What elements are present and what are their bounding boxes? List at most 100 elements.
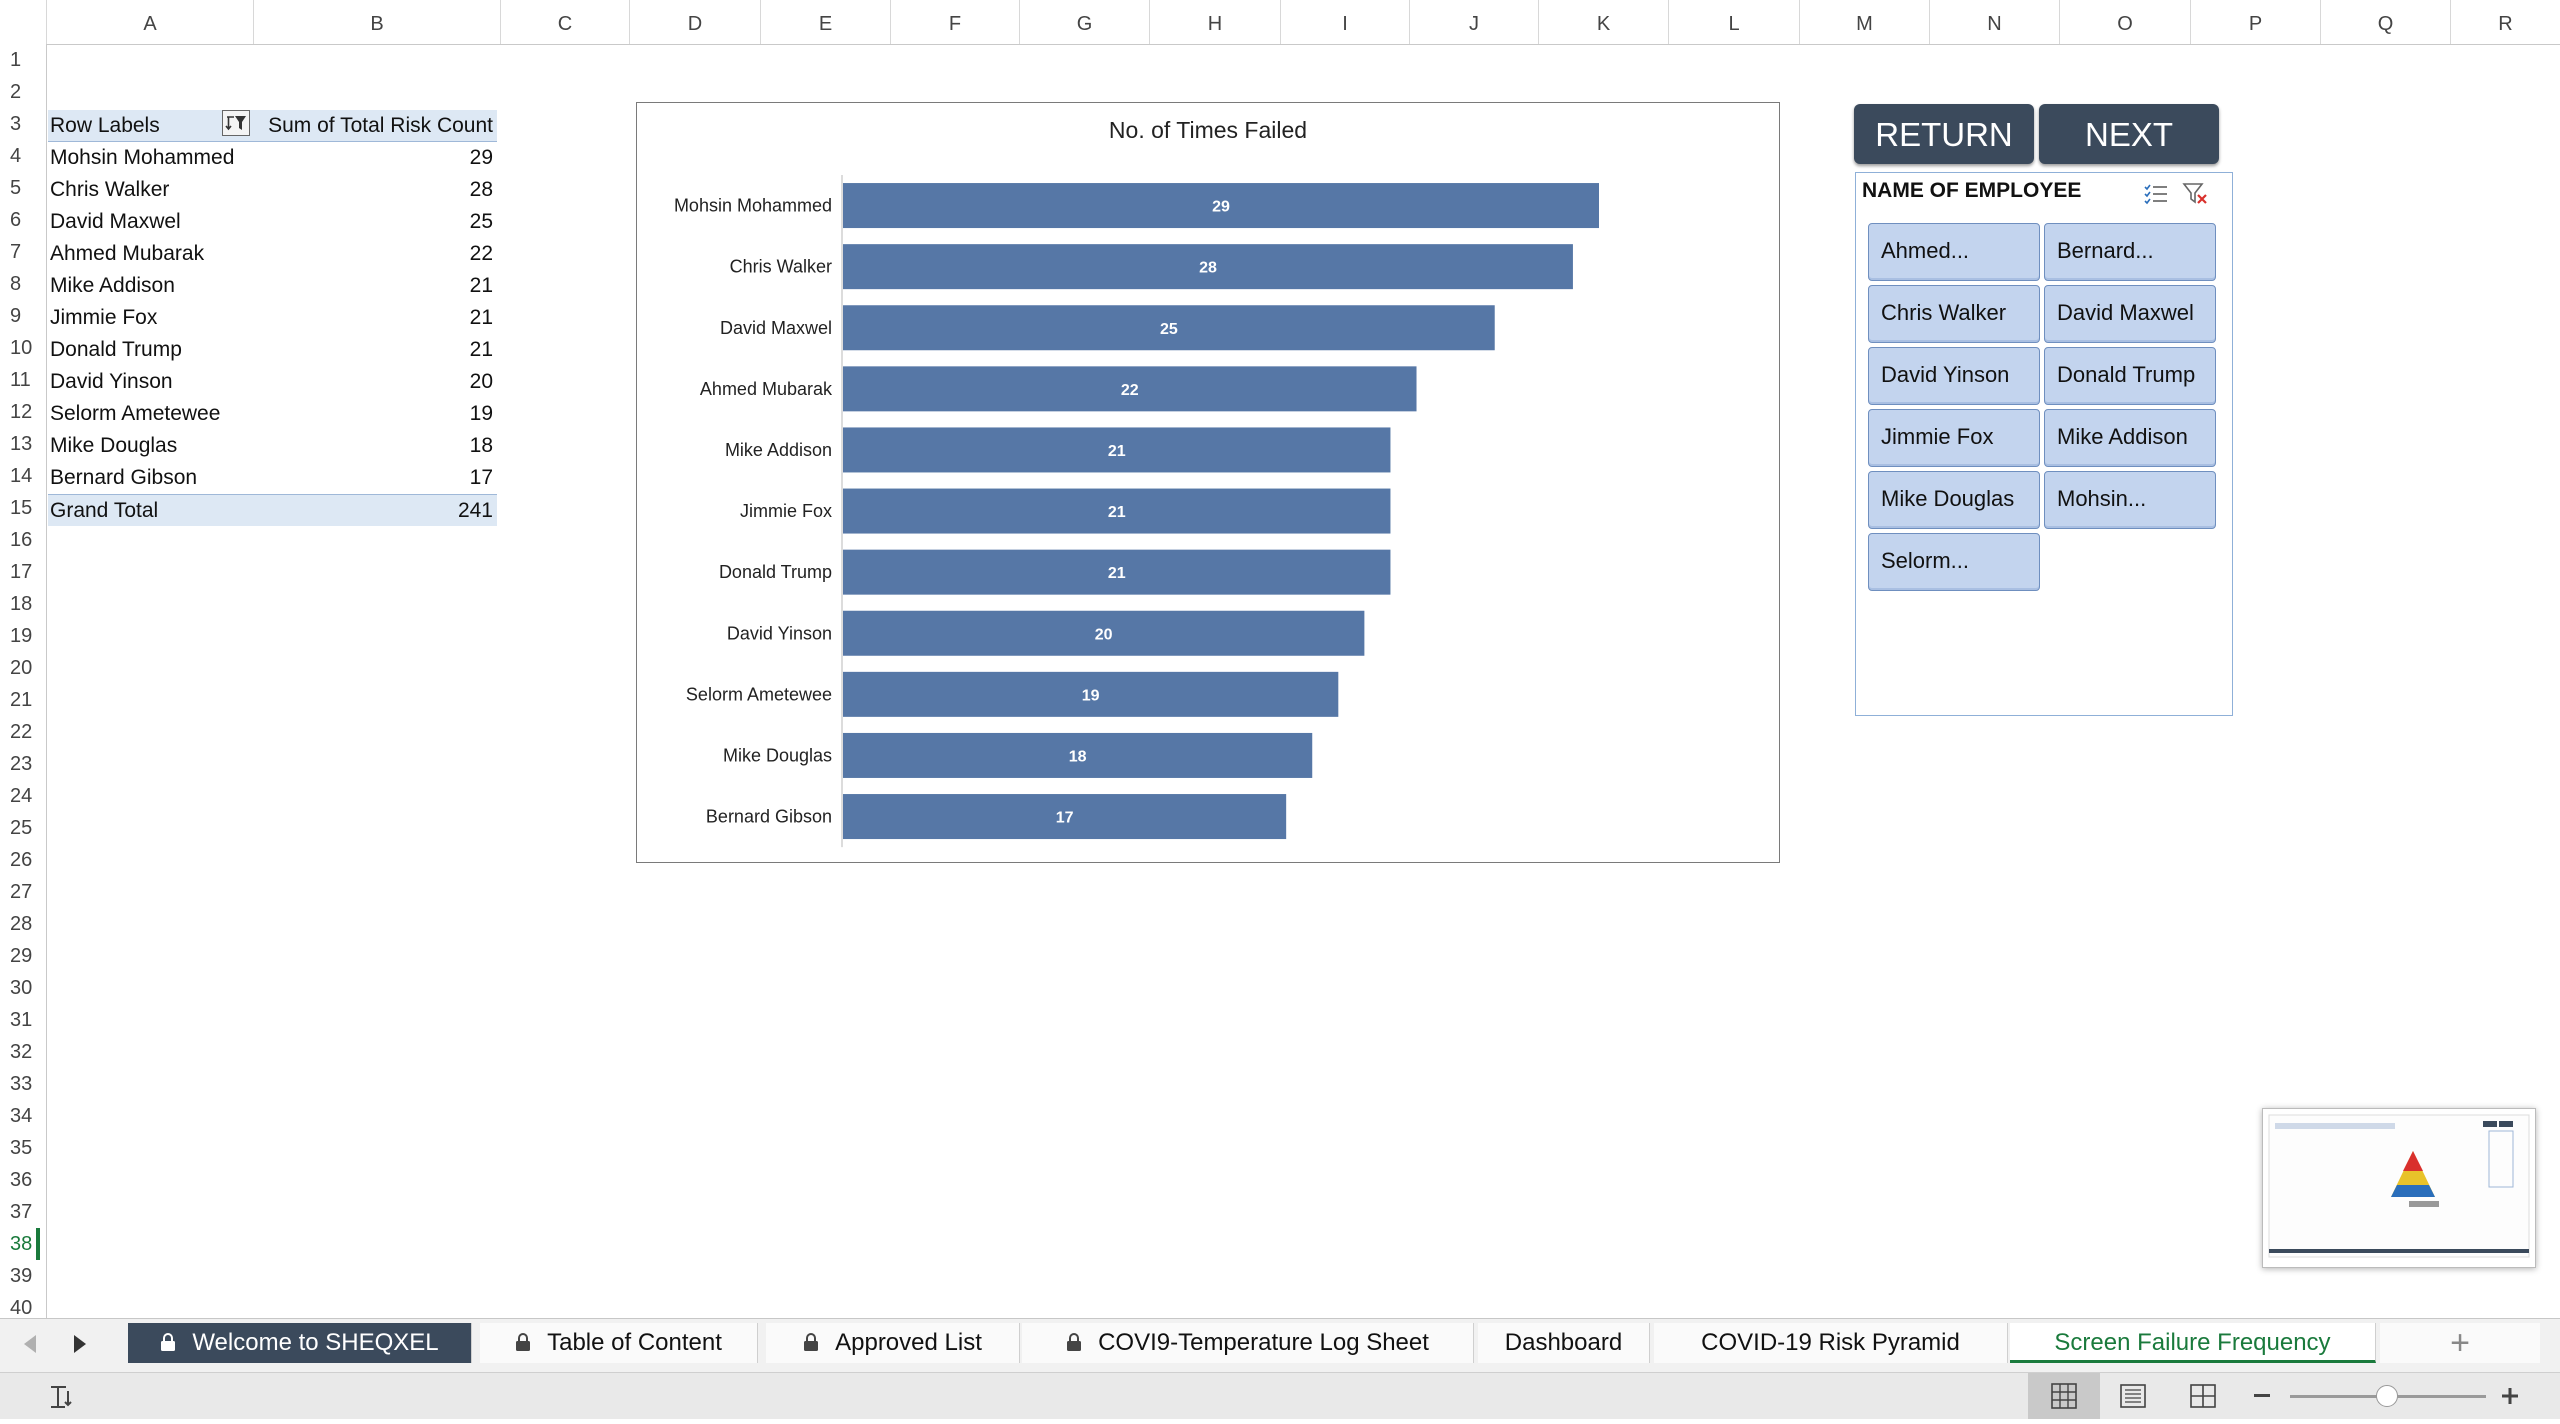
pivot-row-value[interactable]: 20 [253,366,497,398]
column-header-R[interactable]: R [2450,0,2560,44]
column-header-L[interactable]: L [1668,0,1799,44]
clear-filter-icon[interactable] [2182,181,2210,207]
row-header-35[interactable]: 35 [0,1132,40,1164]
pivot-row-value[interactable]: 29 [253,142,497,174]
pivot-row-value[interactable]: 21 [253,302,497,334]
row-header-13[interactable]: 13 [0,428,40,460]
column-header-G[interactable]: G [1019,0,1149,44]
pivot-grand-total-value[interactable]: 241 [253,494,497,526]
return-button[interactable]: RETURN [1854,104,2034,164]
column-header-P[interactable]: P [2190,0,2320,44]
column-header-Q[interactable]: Q [2320,0,2450,44]
row-header-1[interactable]: 1 [0,44,40,76]
column-header-J[interactable]: J [1409,0,1538,44]
add-sheet-button[interactable]: + [2380,1323,2540,1363]
row-header-33[interactable]: 33 [0,1068,40,1100]
pivot-row-label[interactable]: Bernard Gibson [48,462,253,494]
zoom-slider-handle[interactable] [2376,1385,2398,1407]
slicer-item[interactable]: David Maxwel [2044,285,2216,343]
row-header-8[interactable]: 8 [0,268,40,300]
row-header-27[interactable]: 27 [0,876,40,908]
slicer-item[interactable]: Mike Douglas [1868,471,2040,529]
sheet-tab[interactable]: Table of Content [480,1323,758,1363]
pivot-row-label[interactable]: Donald Trump [48,334,253,366]
pivot-row-label[interactable]: Selorm Ametewee [48,398,253,430]
triangle-left-icon[interactable] [22,1333,38,1360]
column-header-E[interactable]: E [760,0,890,44]
multi-select-icon[interactable] [2142,181,2170,207]
sheet-tab[interactable]: Welcome to SHEQXEL [128,1323,472,1363]
row-header-6[interactable]: 6 [0,204,40,236]
column-header-I[interactable]: I [1280,0,1409,44]
pivot-row-value[interactable]: 22 [253,238,497,270]
row-header-19[interactable]: 19 [0,620,40,652]
row-header-7[interactable]: 7 [0,236,40,268]
row-header-10[interactable]: 10 [0,332,40,364]
column-header-H[interactable]: H [1149,0,1280,44]
pivot-row-label[interactable]: David Yinson [48,366,253,398]
row-header-18[interactable]: 18 [0,588,40,620]
pivot-row-value[interactable]: 19 [253,398,497,430]
sheet-tab[interactable]: Approved List [766,1323,1020,1363]
triangle-right-icon[interactable] [72,1333,88,1360]
slicer-item[interactable]: Chris Walker [1868,285,2040,343]
row-header-28[interactable]: 28 [0,908,40,940]
pivot-row-value[interactable]: 28 [253,174,497,206]
row-header-9[interactable]: 9 [0,300,40,332]
sheet-tab[interactable]: COVID-19 Risk Pyramid [1654,1323,2008,1363]
row-header-21[interactable]: 21 [0,684,40,716]
row-header-37[interactable]: 37 [0,1196,40,1228]
column-header-K[interactable]: K [1538,0,1668,44]
row-header-29[interactable]: 29 [0,940,40,972]
pivot-row-value[interactable]: 17 [253,462,497,494]
row-header-15[interactable]: 15 [0,492,40,524]
row-header-5[interactable]: 5 [0,172,40,204]
pivot-row-label[interactable]: David Maxwel [48,206,253,238]
normal-view-button[interactable] [2028,1373,2100,1419]
pivot-row-label[interactable]: Chris Walker [48,174,253,206]
slicer-item[interactable]: Ahmed... [1868,223,2040,281]
row-header-11[interactable]: 11 [0,364,40,396]
row-header-3[interactable]: 3 [0,108,40,140]
row-header-25[interactable]: 25 [0,812,40,844]
sheet-tab[interactable]: Dashboard [1478,1323,1650,1363]
minus-icon[interactable] [2254,1394,2270,1397]
page-break-icon[interactable] [2188,1381,2218,1411]
row-header-4[interactable]: 4 [0,140,40,172]
pivot-row-label[interactable]: Mike Addison [48,270,253,302]
column-header-O[interactable]: O [2059,0,2190,44]
column-header-F[interactable]: F [890,0,1019,44]
column-header-M[interactable]: M [1799,0,1929,44]
slicer-item[interactable]: David Yinson [1868,347,2040,405]
row-header-20[interactable]: 20 [0,652,40,684]
pivot-row-value[interactable]: 21 [253,334,497,366]
pivot-row-value[interactable]: 21 [253,270,497,302]
row-header-38[interactable]: 38 [0,1228,40,1260]
row-header-30[interactable]: 30 [0,972,40,1004]
row-header-24[interactable]: 24 [0,780,40,812]
pivot-row-label[interactable]: Mike Douglas [48,430,253,462]
row-header-23[interactable]: 23 [0,748,40,780]
row-header-34[interactable]: 34 [0,1100,40,1132]
pivot-grand-total-label[interactable]: Grand Total [48,494,253,526]
slicer-item[interactable]: Donald Trump [2044,347,2216,405]
column-header-B[interactable]: B [253,0,500,44]
row-header-26[interactable]: 26 [0,844,40,876]
row-header-36[interactable]: 36 [0,1164,40,1196]
row-header-12[interactable]: 12 [0,396,40,428]
pivot-filter-dropdown[interactable] [222,110,250,136]
column-header-C[interactable]: C [500,0,629,44]
row-header-17[interactable]: 17 [0,556,40,588]
pivot-row-value[interactable]: 25 [253,206,497,238]
slicer-item[interactable]: Mohsin... [2044,471,2216,529]
next-button[interactable]: NEXT [2039,104,2219,164]
pivot-header-sum[interactable]: Sum of Total Risk Count [253,110,497,142]
bar-chart[interactable]: No. of Times Failed Mohsin Mohammed 29 Chr… [636,102,1780,863]
column-header-A[interactable]: A [46,0,253,44]
pivot-row-value[interactable]: 18 [253,430,497,462]
slicer-item[interactable]: Jimmie Fox [1868,409,2040,467]
row-header-2[interactable]: 2 [0,76,40,108]
row-header-14[interactable]: 14 [0,460,40,492]
page-layout-icon[interactable] [2118,1381,2148,1411]
row-header-39[interactable]: 39 [0,1260,40,1292]
